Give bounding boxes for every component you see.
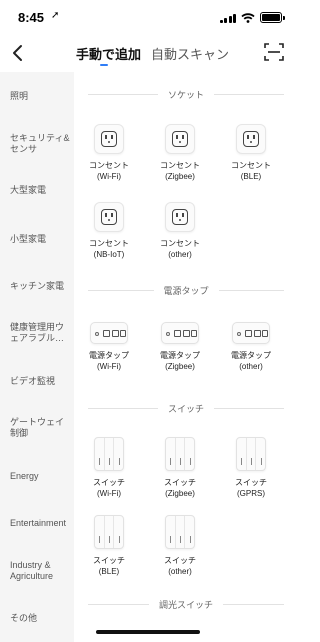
device-variant: (BLE) [98,567,120,576]
section-header-dimmer: 調光スイッチ [88,597,285,611]
sidebar-item-security-sensors[interactable]: セキュリティ&センサ [10,129,72,159]
sidebar-item-industry-agriculture[interactable]: Industry & Agriculture [10,556,72,586]
section-title: ソケット [168,89,205,100]
power-strip-icon [232,322,270,344]
section-header-socket: ソケット [88,87,285,101]
section-title: スイッチ [168,403,205,414]
device-variant: (Zigbee) [165,172,195,181]
device-strip-wifi[interactable]: 電源タップ (Wi-Fi) [74,322,144,372]
device-variant: (Wi-Fi) [97,172,121,181]
sidebar-item-kitchen-appliances[interactable]: キッチン家電 [10,271,72,301]
device-socket-wifi[interactable]: コンセント (Wi-Fi) [74,124,144,182]
device-variant: (other) [239,362,263,371]
device-name: コンセント [231,161,271,170]
cellular-signal-icon [219,13,236,23]
outlet-icon [94,202,124,232]
sidebar-item-video-surveillance[interactable]: ビデオ監視 [10,366,72,396]
active-tab-indicator [100,64,108,66]
device-variant: (Wi-Fi) [97,489,121,498]
device-switch-zigbee[interactable]: スイッチ (Zigbee) [145,437,215,499]
tab-manual-add[interactable]: 手動で追加 [76,44,141,63]
sidebar-item-other[interactable]: その他 [10,603,72,633]
device-name: スイッチ [235,478,267,487]
outlet-icon [236,124,266,154]
sidebar-item-energy[interactable]: Energy [10,461,72,491]
power-strip-icon [90,322,128,344]
device-name: 電源タップ [231,351,271,360]
back-button[interactable] [8,42,28,64]
device-switch-wifi[interactable]: スイッチ (Wi-Fi) [74,437,144,499]
section-header-power-strip: 電源タップ [88,283,285,297]
sidebar-item-gateway-control[interactable]: ゲートウェイ制御 [10,413,72,443]
device-socket-ble[interactable]: コンセント (BLE) [216,124,286,182]
device-switch-gprs[interactable]: スイッチ (GPRS) [216,437,286,499]
wall-switch-icon [94,515,124,549]
sidebar-item-health-wearables[interactable]: 健康管理用ウェアラブル… [10,318,72,348]
device-name: 電源タップ [160,351,200,360]
device-socket-zigbee[interactable]: コンセント (Zigbee) [145,124,215,182]
device-variant: (Zigbee) [165,489,195,498]
device-name: スイッチ [164,478,196,487]
home-indicator [96,630,200,634]
device-variant: (other) [168,567,192,576]
device-socket-nbiot[interactable]: コンセント (NB-IoT) [74,202,144,260]
outlet-icon [94,124,124,154]
section-title: 調光スイッチ [159,599,214,610]
device-name: コンセント [160,239,200,248]
device-variant: (Wi-Fi) [97,362,121,371]
category-sidebar: 照明 セキュリティ&センサ 大型家電 小型家電 キッチン家電 健康管理用ウェアラ… [0,72,74,642]
device-variant: (Zigbee) [165,362,195,371]
device-name: スイッチ [93,556,125,565]
wall-switch-icon [165,437,195,471]
tab-auto-scan[interactable]: 自動スキャン [151,44,229,63]
outlet-icon [165,202,195,232]
device-socket-other[interactable]: コンセント (other) [145,202,215,260]
sidebar-item-entertainment[interactable]: Entertainment [10,508,72,538]
device-name: スイッチ [93,478,125,487]
wall-switch-icon [165,515,195,549]
top-navigation: 手動で追加 自動スキャン [0,34,296,72]
battery-icon [260,12,285,23]
section-header-switch: スイッチ [88,401,285,415]
device-variant: (BLE) [240,172,262,181]
device-switch-other[interactable]: スイッチ (other) [145,515,215,577]
sidebar-item-small-appliances[interactable]: 小型家電 [10,224,72,254]
device-variant: (GPRS) [237,489,265,498]
device-catalog: ソケット コンセント (Wi-Fi) コンセント (Zigbee) コンセント (BL… [74,72,296,642]
sidebar-item-large-appliances[interactable]: 大型家電 [10,175,72,205]
power-strip-icon [161,322,199,344]
device-strip-zigbee[interactable]: 電源タップ (Zigbee) [145,322,215,372]
section-title: 電源タップ [163,285,209,296]
wifi-icon [241,13,255,23]
device-name: コンセント [89,239,129,248]
wall-switch-icon [236,437,266,471]
outlet-icon [165,124,195,154]
device-variant: (other) [168,250,192,259]
device-variant: (NB-IoT) [93,250,125,259]
sidebar-item-lighting[interactable]: 照明 [10,81,72,111]
device-strip-other[interactable]: 電源タップ (other) [216,322,286,372]
device-switch-ble[interactable]: スイッチ (BLE) [74,515,144,577]
status-bar: 8:45 ➚ [0,0,296,34]
scan-icon[interactable] [264,43,284,61]
wall-switch-icon [94,437,124,471]
device-name: コンセント [160,161,200,170]
location-arrow-icon: ➚ [51,10,60,21]
status-time: 8:45 [18,10,45,25]
device-name: コンセント [89,161,129,170]
device-name: スイッチ [164,556,196,565]
device-name: 電源タップ [89,351,129,360]
